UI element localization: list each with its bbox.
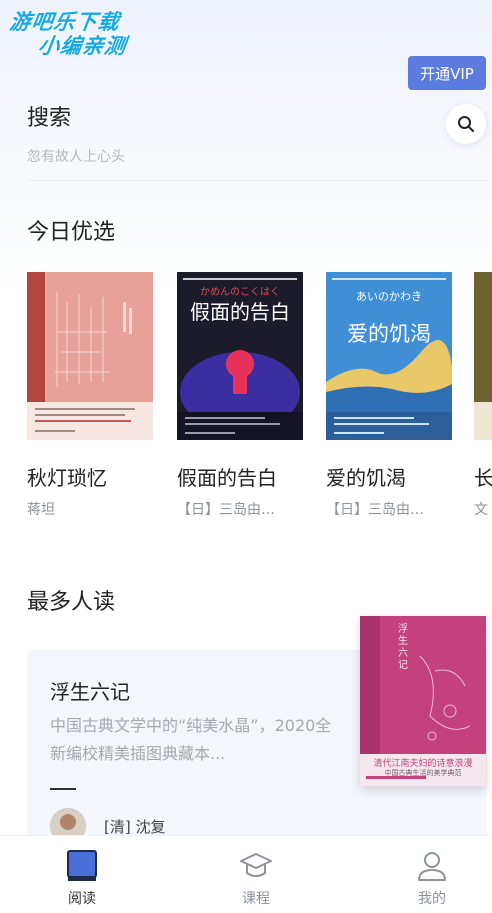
tab-label: 课程 [242, 891, 270, 907]
book-cover[interactable]: かめんのこくはく 假面的告白 [177, 272, 303, 440]
book-title: 假面的告白 [177, 466, 277, 490]
book-description: 中国古典文学中的“纯美水晶”，2020全新编校精美插图典藏本... [50, 716, 332, 763]
search-area[interactable]: 搜索 忽有故人上心头 [27, 100, 125, 166]
tab-label: 我的 [418, 891, 446, 907]
bottom-tab-bar: 阅读 课程 我的 [0, 835, 492, 913]
book-author: 【日】三岛由… [177, 502, 275, 518]
book-title: 浮生六记 [50, 680, 130, 704]
cover-kana: あいのかわき [356, 290, 422, 303]
divider [50, 788, 76, 790]
book-cover[interactable]: あいのかわき 爱的饥渴 [326, 272, 452, 440]
cover-title: 假面的告白 [190, 300, 290, 324]
book-card[interactable]: 秋灯琐忆 蒋坦 [27, 272, 153, 519]
book-title: 爱的饥渴 [326, 466, 406, 490]
cover-title: 浮生六记 [398, 624, 408, 671]
today-picks-title: 今日优选 [27, 220, 116, 245]
tab-label: 阅读 [68, 891, 96, 907]
book-author: [清] 沈复 [104, 818, 166, 836]
book-author: 【日】三岛由… [326, 502, 424, 518]
divider [27, 180, 487, 181]
tab-profile[interactable]: 我的 [372, 836, 492, 913]
user-icon [418, 852, 446, 881]
book-card[interactable]: あいのかわき 爱的饥渴 爱的饥渴 【日】三岛由… [326, 272, 452, 519]
today-picks-list: 秋灯琐忆 蒋坦 かめんのこくはく 假面的告白 假面的告白 【日】三岛由… あいの… [27, 272, 492, 522]
book-cover[interactable] [27, 272, 153, 440]
book-card[interactable]: 长 文 [474, 272, 492, 519]
most-read-cover[interactable]: 浮生六记 清代江南夫妇的诗意浪漫 中国古典生活的美学典范 [360, 616, 486, 786]
book-cover[interactable] [474, 272, 492, 440]
graduation-cap-icon [240, 853, 272, 877]
most-read-title: 最多人读 [27, 590, 116, 615]
cover-subtitle: 中国古典生活的美学典范 [384, 769, 462, 777]
book-title: 长 [474, 466, 492, 490]
book-card[interactable]: かめんのこくはく 假面的告白 假面的告白 【日】三岛由… [177, 272, 303, 519]
search-placeholder[interactable]: 忽有故人上心头 [27, 146, 125, 166]
tab-courses[interactable]: 课程 [196, 836, 316, 913]
search-icon [458, 116, 474, 132]
tab-read[interactable]: 阅读 [22, 836, 142, 913]
cover-title: 爱的饥渴 [347, 322, 431, 346]
search-button[interactable] [446, 104, 486, 144]
search-title: 搜索 [27, 106, 72, 131]
open-vip-button[interactable]: 开通VIP [408, 56, 486, 90]
watermark-logo: 游吧乐下载 小编亲测 [8, 10, 128, 58]
book-title: 秋灯琐忆 [27, 466, 107, 490]
book-author: 文 [474, 502, 488, 518]
book-author: 蒋坦 [27, 502, 55, 518]
book-icon [67, 850, 97, 881]
